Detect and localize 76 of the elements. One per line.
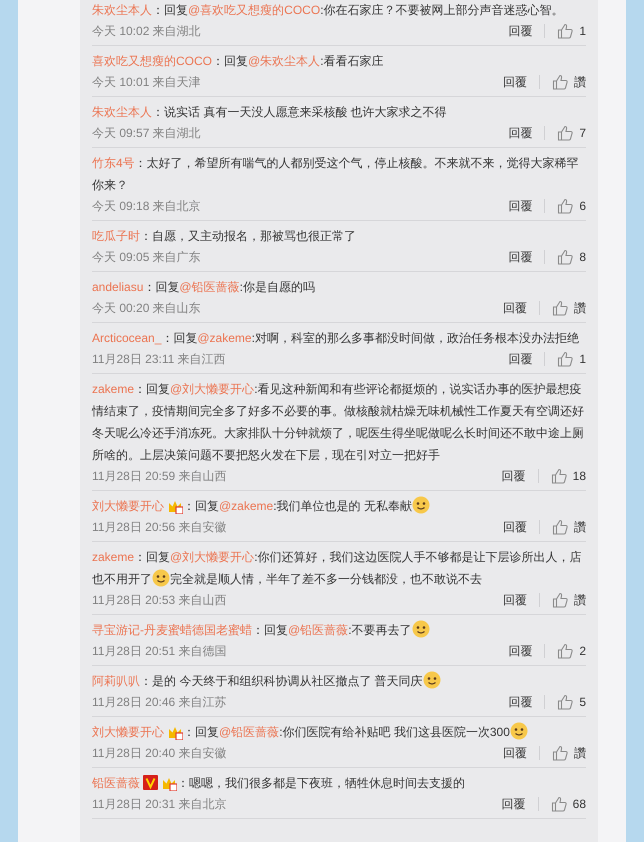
emoji-icon	[152, 569, 170, 588]
like-button[interactable]: 18	[550, 467, 586, 485]
comment-text: 刘大懒要开心 ：回复@zakeme:我们单位也是的 无私奉献	[92, 495, 586, 517]
comment-text: 阿莉叭叭：是的 今天终于和组织科协调从社区撤点了 普天同庆	[92, 670, 586, 692]
comment-meta-text: 11月28日 20:53 来自山西	[92, 592, 227, 609]
reply-link[interactable]: 回覆	[508, 693, 532, 711]
comment-text: zakeme：回复@刘大懒要开心:你们还算好，我们这边医院人手不够都是让下层诊所出人，店也不用开了 完全就是顺人情，半年了差不多一分钱都没，也不敢说不去	[92, 549, 583, 590]
thumbs-up-icon	[557, 643, 574, 659]
emoji-icon	[510, 722, 528, 740]
like-button[interactable]: 讚	[552, 299, 586, 317]
comment-meta-text: 11月28日 20:51 来自德国	[92, 643, 227, 660]
thumbs-up-icon	[557, 249, 574, 265]
thumbs-up-icon	[550, 468, 567, 484]
comment-meta-text: 今天 09:57 来自湖北	[92, 125, 201, 142]
like-button[interactable]: 7	[557, 124, 586, 142]
reply-link[interactable]: 回覆	[503, 518, 527, 536]
comment-meta-text: 11月28日 20:40 来自安徽	[92, 745, 227, 762]
reply-link[interactable]: 回覆	[503, 591, 527, 609]
thumbs-up-icon	[550, 796, 567, 812]
comment-text: 刘大懒要开心 ：回复@铅医蔷薇:你们医院有给补贴吧 我们这县医院一次300	[92, 721, 586, 743]
reply-link[interactable]: 回覆	[503, 73, 527, 91]
comment-meta-text: 今天 10:01 来自天津	[92, 74, 201, 91]
reply-link[interactable]: 回覆	[502, 467, 526, 485]
verified-badge-icon	[143, 775, 158, 790]
reply-link[interactable]: 回覆	[508, 642, 532, 660]
comment-text: andeliasu：回复@铅医蔷薇:你是自愿的吗	[92, 279, 316, 296]
thumbs-up-icon	[552, 300, 568, 316]
like-button[interactable]: 讚	[552, 744, 586, 762]
comment-text: 喜欢吃又想瘦的COCO：回复@朱欢尘本人:看看石家庄	[92, 53, 385, 70]
like-button[interactable]: 6	[557, 197, 586, 215]
thumbs-up-icon	[552, 74, 568, 90]
comment-text: 竹东4号：太好了，希望所有喘气的人都别受这个气，停止核酸。不来就不来，觉得大家稀罕你来？	[92, 155, 580, 194]
comment-text: 吃瓜子时：自愿，又主动报名，那被骂也很正常了	[92, 228, 357, 245]
thumbs-up-icon	[552, 592, 568, 608]
like-button[interactable]: 讚	[552, 591, 586, 609]
reply-link[interactable]: 回覆	[508, 248, 532, 266]
thumbs-up-icon	[557, 198, 574, 214]
comment-meta-text: 11月28日 20:31 来自北京	[92, 796, 227, 813]
thumbs-up-icon	[557, 23, 574, 39]
reply-link[interactable]: 回覆	[508, 197, 532, 215]
like-button[interactable]: 68	[550, 795, 586, 813]
comment-meta-text: 11月28日 23:11 来自江西	[92, 351, 226, 368]
like-button[interactable]: 1	[557, 350, 586, 368]
reply-link[interactable]: 回覆	[502, 795, 526, 813]
reply-link[interactable]: 回覆	[503, 744, 527, 762]
thumbs-up-icon	[557, 351, 574, 367]
like-button[interactable]: 讚	[552, 73, 586, 91]
emoji-icon	[412, 620, 430, 638]
reply-link[interactable]: 回覆	[503, 299, 527, 317]
thumbs-up-icon	[557, 694, 574, 710]
comment-text: 铅医蔷薇 ：嗯嗯，我们很多都是下夜班，牺牲休息时间去支援的	[92, 774, 466, 793]
comment-meta-text: 11月28日 20:46 来自江苏	[92, 694, 227, 711]
thumbs-up-icon	[552, 745, 568, 761]
comment-meta-text: 11月28日 20:59 来自山西	[92, 468, 227, 485]
comment-meta-text: 11月28日 20:56 来自安徽	[92, 519, 227, 536]
thumbs-up-icon	[552, 519, 568, 535]
comment-text: 朱欢尘本人：回复@喜欢吃又想瘦的COCO:你在石家庄？不要被网上部分声音迷惑心智。	[92, 2, 565, 19]
thumbs-up-icon	[557, 125, 574, 141]
comment-text: 寻宝游记-丹麦蜜蜡德国老蜜蜡：回复@铅医蔷薇:不要再去了	[92, 619, 586, 641]
comment-text: zakeme：回复@刘大懒要开心:看见这种新闻和有些评论都挺烦的，说实话办事的医护最想疫情结束了，疫情期间完全多了好多不必要的事。做核酸就枯燥无味机械性工作夏天有空调还好冬天呢么冷还手消冻死。大家排队十分钟就烦了，呢医生得坐呢做呢么长时间还不敢中途上厕所啥的。上层决策问题不要把怒火发在下层，现在引对立一把好手	[92, 381, 585, 464]
emoji-icon	[422, 671, 441, 690]
emoji-icon	[412, 496, 430, 514]
comment-meta-text: 今天 10:02 来自湖北	[92, 23, 201, 40]
comment-meta-text: 今天 09:05 来自广东	[92, 249, 201, 266]
like-button[interactable]: 5	[557, 693, 586, 711]
reply-link[interactable]: 回覆	[508, 22, 532, 40]
comment-meta-text: 今天 00:20 来自山东	[92, 300, 201, 317]
like-button[interactable]: 2	[557, 642, 586, 660]
reply-link[interactable]: 回覆	[508, 350, 532, 368]
comment-meta-text: 今天 09:18 来自北京	[92, 198, 201, 215]
like-button[interactable]: 讚	[552, 518, 586, 536]
like-button[interactable]: 1	[557, 22, 586, 40]
comment-text: Arcticocean_：回复@zakeme:对啊，科室的那么多事都没时间做，政治任务根本没办法拒绝	[92, 330, 580, 347]
reply-link[interactable]: 回覆	[508, 124, 532, 142]
comment-text: 朱欢尘本人：说实话 真有一天没人愿意来采核酸 也许大家求之不得	[92, 104, 448, 121]
like-button[interactable]: 8	[557, 248, 586, 266]
